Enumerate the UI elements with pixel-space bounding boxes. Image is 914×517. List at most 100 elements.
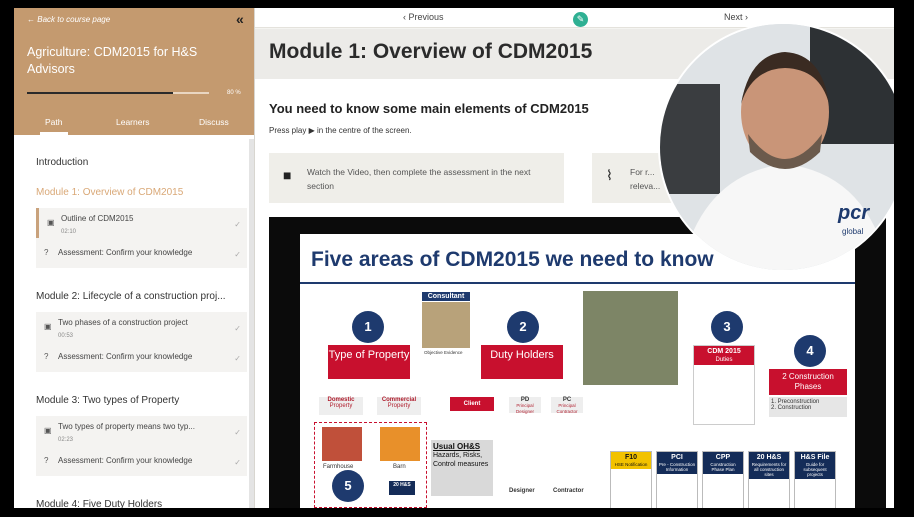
number-circle-1: 1 (352, 311, 384, 343)
outline-item-introduction[interactable]: Introduction (36, 157, 88, 168)
doc-subtitle: HSE Notification (611, 462, 651, 469)
outline-module-2[interactable]: Module 2: Lifecycle of a construction pr… (36, 291, 226, 302)
lesson-title: Assessment: Confirm your knowledge (58, 352, 193, 361)
presenter-webcam: pcr global (658, 22, 894, 272)
farmer-photo (583, 291, 678, 385)
lesson-item[interactable]: ▣ Two phases of a construction project 00:… (36, 312, 247, 342)
video-slide: Five areas of CDM2015 we need to know 1 … (300, 234, 855, 508)
lesson-item[interactable]: ▣ Outline of CDM2015 02:10 ✓ (36, 208, 247, 238)
duties-label: Duties (694, 357, 754, 365)
tab-discuss[interactable]: Discuss (199, 117, 229, 127)
lesson-group: ▣ Outline of CDM2015 02:10 ✓? Assessment: Co… (36, 208, 247, 268)
farmhouse-icon (322, 427, 362, 461)
contractor-label: Contractor (553, 488, 584, 494)
small-doc-label: 20 H&S (389, 481, 415, 495)
progress-fill (27, 92, 173, 94)
lesson-group: ▣ Two types of property means two typ... 0… (36, 416, 247, 476)
lesson-item[interactable]: ? Assessment: Confirm your knowledge ✓ (36, 342, 247, 372)
progress-bar (27, 92, 209, 94)
lesson-title: Outline of CDM2015 (61, 214, 134, 223)
lesson-item[interactable]: ? Assessment: Confirm your knowledge ✓ (36, 238, 247, 268)
question-icon: ? (44, 456, 49, 465)
outline-module-4[interactable]: Module 4: Five Duty Holders (36, 499, 162, 508)
construction-phases-box: 2 Construction Phases (769, 369, 847, 395)
doc-title: CPP (703, 452, 743, 462)
pd-sub: Principal Designer (515, 403, 534, 414)
pencil-icon[interactable]: ✎ (573, 12, 588, 27)
cdm-label: CDM 2015 (694, 346, 754, 357)
check-icon: ✓ (234, 250, 241, 259)
course-title: Agriculture: CDM2015 for H&S Advisors (27, 45, 198, 76)
paperclip-icon: ⌇ (606, 167, 613, 183)
double-chevron-left-icon[interactable]: « (236, 11, 244, 27)
number-circle-2: 2 (507, 311, 539, 343)
commercial-label: Commercial Property (377, 397, 421, 415)
sidebar-tabs: Path Learners Discuss (14, 117, 254, 135)
lesson-item[interactable]: ? Assessment: Confirm your knowledge ✓ (36, 446, 247, 476)
doc-title: PCI (657, 452, 697, 462)
previous-button[interactable]: ‹ Previous (403, 12, 444, 22)
doc-subtitle: Construction Phase Plan (703, 462, 743, 474)
slide-title: Five areas of CDM2015 we need to know (311, 248, 714, 271)
doc-box-5: H&S File Guide for subsequent projects (794, 451, 836, 508)
phase-list: 1. Preconstruction 2. Construction (769, 397, 847, 417)
doc-box-4: 20 H&S Requirements for all construction … (748, 451, 790, 508)
designer-label: Designer (509, 488, 535, 494)
objective-evidence: Objective Evidence (424, 350, 463, 355)
pc-sub: Principal Contractor (556, 403, 578, 414)
lesson-title: Assessment: Confirm your knowledge (58, 248, 193, 257)
app-window: ← Back to course page « Agriculture: CDM… (14, 8, 894, 508)
tab-path[interactable]: Path (45, 117, 63, 127)
duty-holders-box: Duty Holders (481, 345, 563, 379)
back-label: Back to course page (37, 15, 111, 24)
commercial-property: Property (387, 403, 411, 409)
sidebar-scrollbar[interactable] (249, 139, 254, 508)
number-circle-3: 3 (711, 311, 743, 343)
lesson-duration: 00:53 (58, 333, 74, 339)
doc-box-2: PCI Pre - Construction Information (656, 451, 698, 508)
lesson-group: ▣ Two phases of a construction project 00:… (36, 312, 247, 372)
usual-ohs-title: Usual OH&S (433, 442, 481, 451)
page-title: Module 1: Overview of CDM2015 (269, 40, 593, 63)
lesson-title: Two types of property means two typ... (58, 422, 195, 431)
doc-subtitle: Guide for subsequent projects (795, 462, 835, 479)
consultant-photo (422, 302, 470, 348)
tab-learners[interactable]: Learners (116, 117, 150, 127)
barn-icon (380, 427, 420, 461)
lesson-subheading: You need to know some main elements of C… (269, 101, 589, 116)
sidebar-header: ← Back to course page « Agriculture: CDM… (14, 8, 254, 135)
back-to-course-link[interactable]: ← Back to course page (27, 15, 110, 24)
farmhouse-label: Farmhouse (323, 464, 354, 470)
course-outline: Introduction Module 1: Overview of CDM20… (14, 135, 254, 508)
video-instruction-card: ■ Watch the Video, then complete the ass… (269, 153, 564, 203)
domestic-property: Property (329, 403, 353, 409)
check-icon: ✓ (234, 220, 241, 229)
card-text: Watch the Video, then complete the asses… (307, 167, 531, 191)
domestic-label: Domestic Property (319, 397, 363, 415)
slide-divider (300, 282, 855, 284)
check-icon: ✓ (234, 324, 241, 333)
outline-module-3[interactable]: Module 3: Two types of Property (36, 395, 179, 406)
consultant-label: Consultant (422, 292, 470, 301)
cdm-duties-box: CDM 2015 Duties (693, 345, 755, 425)
video-icon: ▣ (44, 426, 52, 435)
lesson-title: Two phases of a construction project (58, 318, 188, 327)
check-icon: ✓ (234, 428, 241, 437)
video-icon: ▣ (44, 322, 52, 331)
outline-module-1[interactable]: Module 1: Overview of CDM2015 (36, 187, 183, 198)
question-icon: ? (44, 352, 49, 361)
pc-label: PC Principal Contractor (551, 397, 583, 414)
pd-label: PD Principal Designer (509, 397, 541, 414)
doc-subtitle: Pre - Construction Information (657, 462, 697, 474)
lesson-title: Assessment: Confirm your knowledge (58, 456, 193, 465)
progress-percent: 80 % (227, 90, 241, 96)
check-icon: ✓ (234, 354, 241, 363)
pcr-logo: pcr (838, 202, 870, 224)
doc-box-1: F10 HSE Notification (610, 451, 652, 508)
check-icon: ✓ (234, 458, 241, 467)
question-icon: ? (44, 248, 49, 257)
doc-title: 20 H&S (749, 452, 789, 462)
next-button[interactable]: Next › (724, 12, 748, 22)
lesson-duration: 02:23 (58, 437, 74, 443)
lesson-item[interactable]: ▣ Two types of property means two typ... 0… (36, 416, 247, 446)
